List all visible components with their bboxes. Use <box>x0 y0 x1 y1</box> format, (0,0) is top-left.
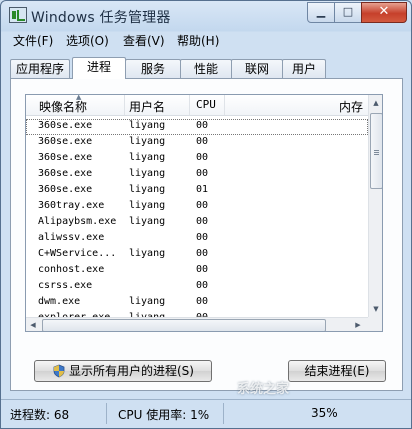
table-row[interactable]: 360se.exe liyang 00 <box>26 135 368 151</box>
tab-processes[interactable]: 进程 <box>72 57 126 79</box>
status-memory: 35% <box>311 406 338 420</box>
cell-user: liyang <box>129 152 166 163</box>
cell-name: dwm.exe <box>38 296 81 307</box>
uac-shield-icon <box>53 364 65 378</box>
status-bar: 进程数: 68 CPU 使用率: 1% 35% <box>1 399 411 428</box>
vertical-scrollbar[interactable]: ▲ ▼ <box>368 95 382 331</box>
tab-users[interactable]: 用户 <box>282 59 326 78</box>
watermark-text: 系统之家 <box>237 382 290 397</box>
cell-name: 360tray.exe <box>38 200 105 211</box>
cell-name: conhost.exe <box>38 264 105 275</box>
process-list[interactable]: 映像名称 ▲ 用户名 CPU 内存 360se.exe liyang 00 360se… <box>25 94 383 332</box>
tab-strip: 应用程序 进程 服务 性能 联网 用户 <box>10 57 402 79</box>
table-row[interactable]: 360se.exe liyang 00 <box>26 167 368 183</box>
window-title: Windows 任务管理器 <box>31 10 171 26</box>
scroll-right-icon[interactable]: ▶ <box>352 318 364 331</box>
table-row[interactable]: Alipaybsm.exe liyang 00 <box>26 215 368 231</box>
status-cpu-usage: CPU 使用率: 1% <box>118 408 210 422</box>
cell-user: liyang <box>129 200 166 211</box>
cell-user: liyang <box>129 136 166 147</box>
menu-file[interactable]: 文件(F) <box>13 32 53 49</box>
tab-networking[interactable]: 联网 <box>231 59 283 78</box>
cell-cpu: 00 <box>196 120 209 131</box>
menu-view[interactable]: 查看(V) <box>123 32 165 49</box>
menu-help[interactable]: 帮助(H) <box>177 32 219 49</box>
minimize-button[interactable]: ▁ <box>307 2 335 23</box>
cell-cpu: 00 <box>196 264 209 275</box>
show-all-users-label: 显示所有用户的进程(S) <box>69 364 194 378</box>
horizontal-scroll-thumb[interactable] <box>42 319 326 331</box>
cell-name: 360se.exe <box>38 136 93 147</box>
table-row[interactable]: csrss.exe 00 <box>26 279 368 295</box>
cell-user: liyang <box>129 184 166 195</box>
column-cpu[interactable]: CPU <box>196 98 216 111</box>
tab-performance[interactable]: 性能 <box>180 59 232 78</box>
column-memory[interactable]: 内存 <box>339 98 363 115</box>
cell-name: C+WService... <box>38 248 117 259</box>
scroll-up-icon[interactable]: ▲ <box>370 96 382 110</box>
table-row[interactable]: 360tray.exe liyang 00 <box>26 199 368 215</box>
cell-user: liyang <box>129 120 166 131</box>
close-button[interactable]: ✕ <box>361 2 407 23</box>
cell-cpu: 00 <box>196 200 209 211</box>
end-process-button[interactable]: 结束进程(E) <box>288 360 386 382</box>
status-process-count: 进程数: 68 <box>10 408 70 422</box>
tab-services[interactable]: 服务 <box>125 59 181 78</box>
cell-cpu: 00 <box>196 168 209 179</box>
maximize-button[interactable]: □ <box>334 2 362 23</box>
table-row[interactable]: C+WService... liyang 00 <box>26 247 368 263</box>
scroll-corner <box>368 317 382 331</box>
table-row[interactable]: 360se.exe liyang 01 <box>26 183 368 199</box>
cell-user: liyang <box>129 296 166 307</box>
table-row[interactable]: 360se.exe liyang 00 <box>26 151 368 167</box>
cell-user: liyang <box>129 216 166 227</box>
scroll-thumb[interactable] <box>370 113 382 189</box>
task-manager-window: Windows 任务管理器 ▁ □ ✕ 文件(F) 选项(O) 查看(V) 帮助… <box>0 0 412 429</box>
cell-name: 360se.exe <box>38 120 93 131</box>
sort-ascending-icon: ▲ <box>76 94 82 101</box>
cell-user: liyang <box>129 248 166 259</box>
tab-applications[interactable]: 应用程序 <box>10 59 70 78</box>
title-bar[interactable]: Windows 任务管理器 ▁ □ ✕ <box>1 1 411 31</box>
task-manager-icon <box>9 7 27 23</box>
cell-cpu: 00 <box>196 248 209 259</box>
cell-cpu: 00 <box>196 280 209 291</box>
cell-name: 360se.exe <box>38 152 93 163</box>
show-all-users-button[interactable]: 显示所有用户的进程(S) <box>34 360 212 382</box>
cell-cpu: 01 <box>196 184 209 195</box>
cell-name: aliwssv.exe <box>38 232 105 243</box>
cell-cpu: 00 <box>196 296 209 307</box>
cell-cpu: 00 <box>196 136 209 147</box>
horizontal-scrollbar[interactable]: ◀ ▶ <box>26 317 368 331</box>
scroll-down-icon[interactable]: ▼ <box>370 302 382 316</box>
table-row[interactable]: dwm.exe liyang 00 <box>26 295 368 311</box>
cell-name: Alipaybsm.exe <box>38 216 117 227</box>
cell-cpu: 00 <box>196 152 209 163</box>
scroll-left-icon[interactable]: ◀ <box>27 318 39 331</box>
list-header: 映像名称 ▲ 用户名 CPU 内存 <box>26 95 368 116</box>
cell-name: csrss.exe <box>38 280 93 291</box>
cell-cpu: 00 <box>196 216 209 227</box>
cell-user: liyang <box>129 168 166 179</box>
cell-name: 360se.exe <box>38 168 93 179</box>
table-row[interactable]: conhost.exe 00 <box>26 263 368 279</box>
menu-options[interactable]: 选项(O) <box>66 32 109 49</box>
table-row[interactable]: aliwssv.exe 00 <box>26 231 368 247</box>
column-user-name[interactable]: 用户名 <box>129 98 165 115</box>
table-row[interactable]: 360se.exe liyang 00 <box>26 119 368 135</box>
cell-cpu: 00 <box>196 232 209 243</box>
cell-name: 360se.exe <box>38 184 93 195</box>
